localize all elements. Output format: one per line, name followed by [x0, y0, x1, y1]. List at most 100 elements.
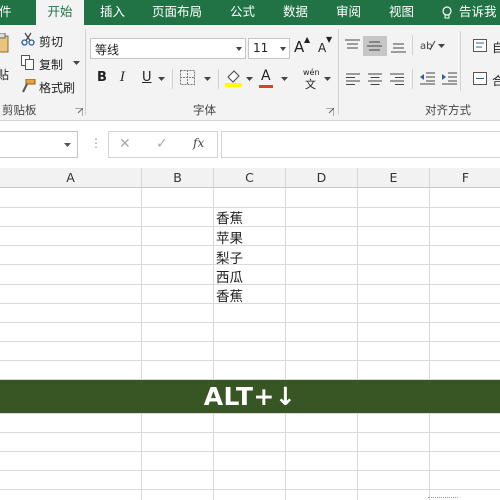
tab-page-layout[interactable]: 页面布局 — [152, 0, 202, 25]
divider — [172, 69, 173, 89]
merge-center-icon[interactable] — [473, 72, 487, 85]
gridline — [0, 303, 500, 304]
format-painter-button[interactable]: 格式刷 — [39, 79, 75, 96]
chevron-down-icon[interactable] — [204, 77, 211, 81]
cell-c[interactable]: 香蕉 — [216, 285, 243, 305]
align-bottom-icon[interactable] — [391, 41, 406, 53]
chevron-down-icon — [64, 143, 71, 147]
caret-down-icon: ▼ — [326, 35, 333, 44]
caret-up-icon: ▲ — [304, 35, 311, 44]
merge-center-button[interactable]: 合 — [492, 72, 500, 89]
group-separator — [85, 29, 86, 115]
cut-button[interactable]: 剪切 — [39, 33, 63, 50]
borders-icon[interactable] — [180, 70, 195, 85]
align-left-icon[interactable] — [346, 73, 360, 85]
format-painter-icon[interactable] — [21, 79, 36, 93]
svg-text:ab: ab — [420, 41, 432, 52]
gridline — [0, 470, 500, 471]
cell-c[interactable]: 梨子 — [216, 247, 243, 267]
gridline — [0, 322, 500, 323]
gridline — [0, 264, 500, 265]
decrease-indent-icon[interactable] — [420, 72, 435, 85]
tab-data[interactable]: 数据 — [283, 0, 308, 25]
dialog-launcher-icon[interactable] — [326, 108, 334, 116]
gridline — [0, 245, 500, 246]
tab-file[interactable]: 件 — [0, 0, 12, 25]
gridline — [213, 188, 214, 500]
column-header-e[interactable]: E — [358, 168, 430, 188]
align-middle-icon — [367, 41, 382, 51]
gridline — [141, 188, 142, 500]
phonetic-guide-button[interactable]: 文 — [305, 76, 316, 92]
italic-button[interactable]: I — [120, 70, 125, 85]
gridline — [0, 432, 500, 433]
font-group-label: 字体 — [193, 103, 216, 117]
alignment-group-label: 对齐方式 — [425, 103, 471, 117]
gridline — [0, 341, 500, 342]
wrap-text-button[interactable]: 自 — [492, 39, 500, 56]
tab-review[interactable]: 审阅 — [336, 0, 361, 25]
scissors-icon[interactable] — [21, 32, 35, 46]
increase-indent-icon[interactable] — [442, 72, 457, 85]
resize-handle-icon[interactable]: ⋮ — [90, 136, 102, 150]
cell-c[interactable]: 香蕉 — [216, 207, 243, 227]
orientation-icon[interactable]: ab — [420, 38, 436, 52]
copy-icon[interactable] — [21, 55, 35, 70]
tab-home[interactable]: 开始 — [36, 0, 84, 26]
enter-button[interactable]: ✓ — [156, 136, 168, 152]
tell-me-search[interactable]: 告诉我 — [459, 0, 497, 25]
tab-formulas[interactable]: 公式 — [230, 0, 255, 25]
font-name-value: 等线 — [95, 43, 120, 57]
chevron-down-icon — [280, 47, 286, 51]
align-middle-button[interactable] — [363, 36, 387, 56]
underline-button[interactable]: U — [142, 70, 152, 85]
insert-function-button[interactable]: fx — [193, 136, 204, 150]
chevron-down-icon[interactable] — [73, 61, 80, 65]
gridline — [0, 284, 500, 285]
font-color-button[interactable]: A — [261, 68, 271, 84]
column-header-a[interactable]: A — [0, 168, 142, 188]
font-color-swatch — [259, 85, 273, 88]
chevron-down-icon[interactable] — [281, 77, 288, 81]
formula-input[interactable] — [221, 131, 500, 158]
formula-buttons: ✕ ✓ fx — [108, 131, 218, 158]
cell-c[interactable]: 苹果 — [216, 227, 243, 247]
chevron-down-icon[interactable] — [438, 44, 445, 48]
align-center-icon[interactable] — [368, 73, 382, 85]
dialog-launcher-icon[interactable] — [75, 108, 83, 116]
divider — [412, 69, 413, 89]
copy-button[interactable]: 复制 — [39, 56, 63, 73]
cancel-button[interactable]: ✕ — [119, 136, 131, 152]
gridline — [0, 360, 500, 361]
group-separator — [338, 29, 339, 115]
divider — [218, 69, 219, 89]
font-size-combo[interactable]: 11 — [248, 38, 290, 59]
column-header-b[interactable]: B — [142, 168, 214, 188]
name-box[interactable] — [0, 131, 78, 158]
clipboard-group-label: 剪贴板 — [2, 103, 37, 117]
tab-insert[interactable]: 插入 — [100, 0, 125, 25]
paste-button-label[interactable]: 贴 — [0, 66, 9, 83]
chevron-down-icon[interactable] — [158, 77, 165, 81]
font-name-combo[interactable]: 等线 — [90, 38, 246, 59]
column-header-f[interactable]: F — [430, 168, 500, 188]
align-right-icon[interactable] — [390, 73, 404, 85]
tab-view[interactable]: 视图 — [389, 0, 414, 25]
grow-font-button[interactable]: A — [294, 38, 304, 56]
paste-icon[interactable] — [0, 33, 10, 53]
chevron-down-icon[interactable] — [246, 77, 253, 81]
column-header-c[interactable]: C — [214, 168, 286, 188]
fill-color-icon[interactable] — [225, 68, 242, 87]
chevron-down-icon[interactable] — [324, 77, 331, 81]
shrink-font-button[interactable]: A — [318, 41, 326, 55]
bold-button[interactable]: B — [97, 70, 107, 85]
page-break-marker — [428, 497, 458, 498]
align-top-icon[interactable] — [345, 39, 360, 51]
column-header-d[interactable]: D — [286, 168, 358, 188]
cell-c[interactable]: 西瓜 — [216, 266, 243, 286]
shortcut-banner: ALT+↓ — [0, 380, 500, 413]
font-size-value: 11 — [253, 41, 269, 55]
wrap-text-icon[interactable] — [473, 39, 487, 52]
gridline — [0, 226, 500, 227]
excel-window: 件 开始 插入 页面布局 公式 数据 审阅 视图 告诉我 贴 剪切 复制 格式刷… — [0, 0, 500, 500]
